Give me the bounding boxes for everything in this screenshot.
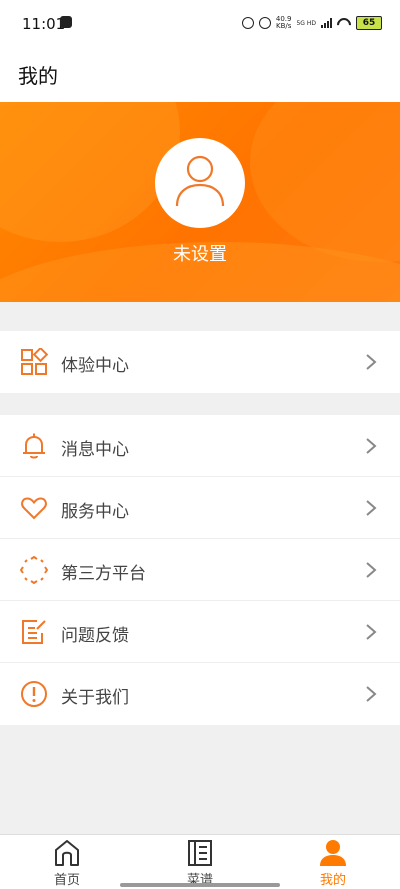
menu-item-message-center[interactable]: 消息中心 (0, 415, 400, 477)
menu-item-third-party-platform[interactable]: 第三方平台 (0, 539, 400, 601)
menu-group-experience: 体验中心 (0, 331, 400, 393)
info-icon (21, 681, 47, 707)
tab-label: 我的 (319, 873, 346, 888)
menu-label: 问题反馈 (61, 626, 129, 646)
status-bar: 11:01 40.9 KB/s 5G HD 65 (0, 0, 400, 46)
menu-label: 第三方平台 (61, 564, 146, 584)
apps-grid-icon (21, 348, 48, 375)
menu-label: 消息中心 (61, 440, 129, 460)
menu-label: 关于我们 (61, 688, 129, 708)
bell-icon (23, 433, 45, 459)
heart-icon (21, 497, 47, 520)
user-icon (175, 155, 225, 207)
tab-recipes[interactable]: 菜谱 (160, 839, 240, 888)
feedback-icon (22, 620, 46, 644)
message-notification-icon (60, 16, 72, 28)
recipe-book-icon (188, 840, 212, 866)
chevron-right-icon (366, 354, 377, 370)
avatar[interactable] (155, 138, 245, 228)
menu-item-feedback[interactable]: 问题反馈 (0, 601, 400, 663)
chevron-right-icon (366, 500, 377, 516)
bottom-tab-bar: 首页 菜谱 我的 (0, 834, 400, 889)
profile-banner: 未设置 (0, 102, 400, 302)
banner-decoration (250, 102, 400, 262)
platform-icon (20, 556, 48, 584)
wifi-icon (337, 18, 351, 28)
tab-mine[interactable]: 我的 (293, 839, 373, 888)
tab-label: 首页 (53, 873, 80, 888)
banner-decoration (0, 102, 180, 242)
chevron-right-icon (366, 624, 377, 640)
menu-item-service-center[interactable]: 服务中心 (0, 477, 400, 539)
network-type: 5G HD (296, 19, 316, 27)
alarm-icon (241, 17, 254, 29)
person-icon (320, 840, 346, 866)
chevron-right-icon (366, 686, 377, 702)
home-icon (55, 840, 79, 866)
menu-group-main: 消息中心 服务中心 第三方平台 问题反馈 关于我们 (0, 415, 400, 725)
username[interactable]: 未设置 (0, 240, 400, 266)
menu-item-about-us[interactable]: 关于我们 (0, 663, 400, 725)
page-title: 我的 (18, 64, 58, 88)
status-icons: 40.9 KB/s 5G HD 65 (241, 14, 382, 32)
status-time: 11:01 (22, 15, 66, 33)
mute-icon (258, 17, 271, 29)
title-bar: 我的 (0, 46, 400, 102)
home-indicator[interactable] (120, 883, 280, 887)
menu-item-experience-center[interactable]: 体验中心 (0, 331, 400, 393)
menu-label: 体验中心 (61, 356, 129, 376)
chevron-right-icon (366, 562, 377, 578)
network-speed-unit: KB/s (275, 22, 292, 30)
chevron-right-icon (366, 438, 377, 454)
battery-icon: 65 (356, 16, 382, 30)
menu-label: 服务中心 (61, 502, 129, 522)
signal-icon (321, 18, 332, 28)
network-speed: 40.9 KB/s (276, 16, 292, 30)
tab-home[interactable]: 首页 (27, 839, 107, 888)
